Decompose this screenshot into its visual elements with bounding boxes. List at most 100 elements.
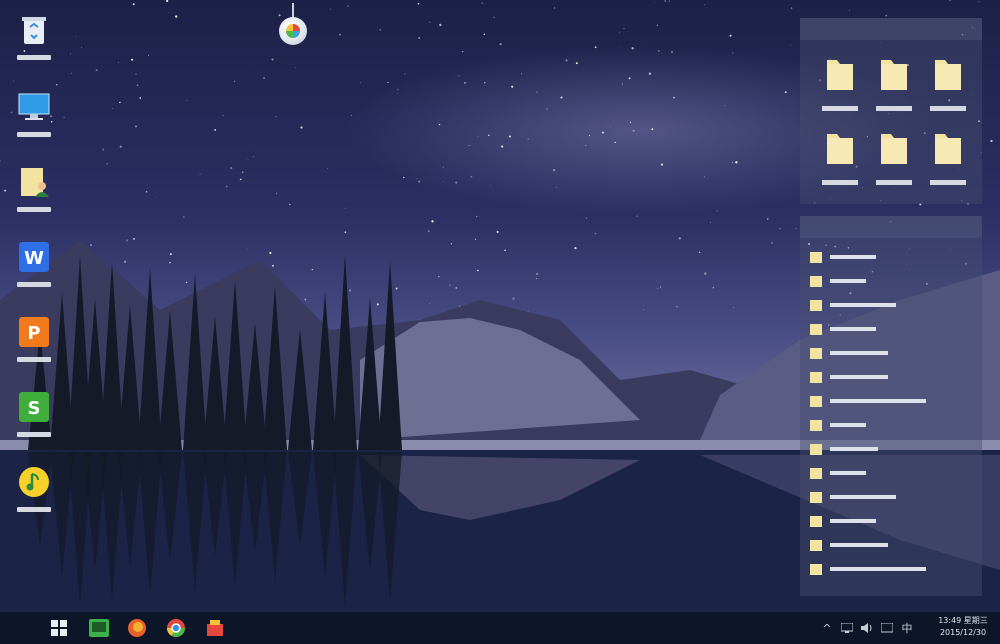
- folder-icon: [810, 564, 822, 575]
- taskbar-chrome[interactable]: [163, 616, 189, 640]
- list-item[interactable]: [810, 347, 960, 361]
- folder-icon: [935, 134, 961, 164]
- item-label-bar: [830, 375, 888, 379]
- folder-icon: [810, 468, 822, 479]
- list-item[interactable]: [810, 275, 960, 289]
- floating-assistant-ball[interactable]: [279, 3, 307, 45]
- computer-shortcut[interactable]: [14, 91, 54, 151]
- folder-label-bar: [876, 106, 912, 111]
- system-tray: ^ 中: [820, 612, 920, 644]
- user-folder-shortcut[interactable]: [14, 166, 54, 226]
- folder-icon: [810, 396, 822, 407]
- desktop-fence-list[interactable]: [800, 216, 982, 596]
- item-label-bar: [830, 519, 876, 523]
- store-icon: [207, 620, 223, 636]
- folder-label-bar: [876, 180, 912, 185]
- list-item[interactable]: [810, 491, 960, 505]
- fence-header[interactable]: [800, 18, 982, 40]
- folder-icon: [810, 420, 822, 431]
- wps-spreadsheet-shortcut[interactable]: S: [14, 391, 54, 451]
- folder-icon: [810, 492, 822, 503]
- folder-icon: [810, 372, 822, 383]
- svg-text:P: P: [27, 323, 40, 344]
- volume-icon[interactable]: [860, 621, 874, 635]
- folder-item[interactable]: [876, 56, 916, 116]
- item-label-bar: [830, 423, 866, 427]
- colorful-ball-icon: [286, 24, 300, 38]
- shortcut-label-bar: [17, 55, 51, 60]
- list-item[interactable]: [810, 251, 960, 265]
- item-label-bar: [830, 471, 866, 475]
- item-label-bar: [830, 327, 876, 331]
- folder-icon: [810, 444, 822, 455]
- svg-text:W: W: [24, 248, 44, 269]
- list-item[interactable]: [810, 371, 960, 385]
- item-label-bar: [830, 351, 888, 355]
- taskbar-firefox[interactable]: [124, 616, 150, 640]
- clock-time: 13:49 星期三: [938, 616, 988, 625]
- music-player-shortcut[interactable]: [14, 466, 54, 526]
- music-note-icon: [18, 466, 50, 498]
- monitor-icon: [18, 91, 50, 123]
- folder-icon: [827, 60, 853, 90]
- folder-label-bar: [930, 106, 966, 111]
- taskbar: ^ 中 13:49 星期三 2015/12/30: [0, 612, 1000, 644]
- recycle-bin-shortcut[interactable]: [14, 14, 54, 74]
- folder-item[interactable]: [876, 130, 916, 190]
- folder-item[interactable]: [822, 130, 862, 190]
- list-item[interactable]: [810, 299, 960, 313]
- folder-item[interactable]: [822, 56, 862, 116]
- wps-writer-shortcut[interactable]: W: [14, 241, 54, 301]
- shortcut-label-bar: [17, 282, 51, 287]
- wps-presentation-shortcut[interactable]: P: [14, 316, 54, 376]
- folder-item[interactable]: [930, 56, 970, 116]
- show-hidden-icons-icon[interactable]: ^: [820, 621, 834, 635]
- list-item[interactable]: [810, 443, 960, 457]
- action-center-icon[interactable]: [880, 621, 894, 635]
- item-label-bar: [830, 303, 896, 307]
- list-item[interactable]: [810, 419, 960, 433]
- clock-date: 2015/12/30: [939, 628, 987, 637]
- firefox-icon: [128, 619, 146, 637]
- desktop-wallpaper: W P S: [0, 0, 1000, 612]
- start-button[interactable]: [46, 616, 72, 640]
- folder-label-bar: [822, 106, 858, 111]
- input-method-indicator[interactable]: 中: [900, 621, 914, 635]
- shortcut-label-bar: [17, 507, 51, 512]
- windows-start-icon: [51, 620, 67, 636]
- user-folder-icon: [18, 166, 50, 198]
- item-label-bar: [830, 399, 926, 403]
- item-label-bar: [830, 543, 888, 547]
- item-label-bar: [830, 255, 876, 259]
- recycle-bin-icon: [18, 14, 50, 46]
- list-item[interactable]: [810, 467, 960, 481]
- list-item[interactable]: [810, 515, 960, 529]
- chrome-icon: [167, 619, 185, 638]
- shortcut-label-bar: [17, 432, 51, 437]
- item-label-bar: [830, 279, 866, 283]
- folder-icon: [810, 300, 822, 311]
- folder-label-bar: [930, 180, 966, 185]
- folder-item[interactable]: [930, 130, 970, 190]
- folder-icon: [810, 540, 822, 551]
- taskbar-store[interactable]: [202, 616, 228, 640]
- list-item[interactable]: [810, 539, 960, 553]
- folder-icon: [810, 276, 822, 287]
- folder-icon: [810, 324, 822, 335]
- folder-icon: [935, 60, 961, 90]
- svg-text:S: S: [28, 398, 41, 419]
- folder-icon: [827, 134, 853, 164]
- taskbar-media-player[interactable]: [86, 616, 112, 640]
- desktop-fence-folders[interactable]: [800, 18, 982, 204]
- fence-header[interactable]: [800, 216, 982, 238]
- media-player-icon: [89, 619, 109, 637]
- shortcut-label-bar: [17, 357, 51, 362]
- list-item[interactable]: [810, 563, 960, 577]
- list-item[interactable]: [810, 323, 960, 337]
- item-label-bar: [830, 567, 926, 571]
- taskbar-clock[interactable]: 13:49 星期三 2015/12/30: [928, 615, 998, 639]
- network-icon[interactable]: [840, 621, 854, 635]
- folder-icon: [810, 348, 822, 359]
- list-item[interactable]: [810, 395, 960, 409]
- wps-spreadsheet-icon: S: [18, 391, 50, 423]
